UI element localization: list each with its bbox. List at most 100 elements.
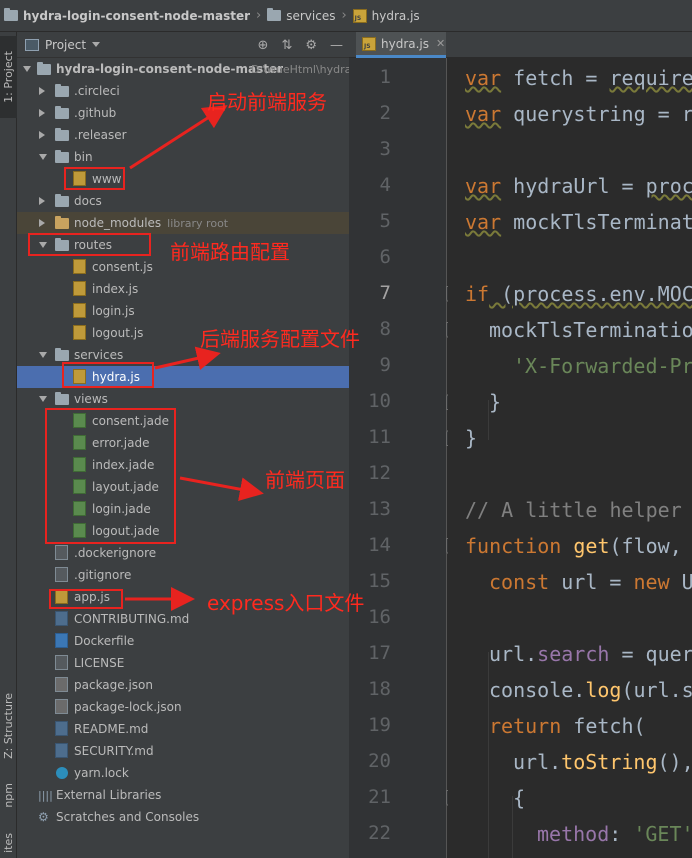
- tree-item-package-lock[interactable]: package-lock.json: [17, 696, 349, 718]
- tree-item-releaser[interactable]: .releaser: [17, 124, 349, 146]
- expand-arrow-icon[interactable]: [39, 131, 45, 139]
- tree-item-yarn-lock[interactable]: yarn.lock: [17, 762, 349, 784]
- tree-item-readme[interactable]: README.md: [17, 718, 349, 740]
- code-line-15: const url = new U: [489, 570, 692, 594]
- line-number: 5: [379, 210, 391, 232]
- tree-item-label: docs: [74, 194, 102, 208]
- editor-tab-hydra-js[interactable]: hydra.js ✕: [356, 32, 446, 58]
- tree-item-label: node_modules library root: [74, 216, 228, 230]
- tree-item-login-js[interactable]: login.js: [17, 300, 349, 322]
- breadcrumb-separator: ›: [341, 8, 347, 23]
- hide-icon[interactable]: —: [330, 38, 343, 53]
- expand-arrow-icon[interactable]: [23, 66, 31, 72]
- expand-arrow-icon[interactable]: [39, 219, 45, 227]
- code-token: = quer: [609, 642, 692, 666]
- tree-item-root[interactable]: hydra-login-consent-node-master D:\wueHt…: [17, 58, 349, 80]
- expand-arrow-icon[interactable]: [39, 109, 45, 117]
- folder-icon: [55, 150, 69, 163]
- project-view-icon: [25, 38, 39, 51]
- code-token: url.: [513, 750, 562, 774]
- tree-item-label: README.md: [74, 722, 149, 736]
- folder-icon: [55, 84, 69, 97]
- js-file-icon: [362, 36, 376, 51]
- tree-item-label: SECURITY.md: [74, 744, 154, 758]
- tab-favorites-tool[interactable]: ites: [0, 828, 17, 858]
- code-editor[interactable]: var fetch = require var querystring = r …: [448, 58, 692, 858]
- keyword-token: new: [633, 570, 670, 594]
- breadcrumb-file[interactable]: hydra.js: [352, 0, 420, 32]
- tree-item-label: LICENSE: [74, 656, 125, 670]
- text-file-icon: [55, 567, 68, 582]
- breadcrumb-folder[interactable]: services: [267, 0, 335, 32]
- navigation-bar: hydra-login-consent-node-master › servic…: [0, 0, 692, 32]
- line-number: 1: [379, 66, 391, 88]
- code-token: querystring = r: [501, 102, 692, 126]
- code-line-5: var mockTlsTerminat: [465, 210, 692, 234]
- code-token: proc: [645, 174, 692, 198]
- collapse-all-icon[interactable]: ⇅: [281, 38, 292, 53]
- tree-item-label: index.js: [92, 282, 139, 296]
- tree-item-scratches[interactable]: ⚙ Scratches and Consoles: [17, 806, 349, 828]
- tree-item-dockerfile[interactable]: Dockerfile: [17, 630, 349, 652]
- annotation-frontend-pages: 前端页面: [265, 468, 345, 492]
- tree-item-label: package.json: [74, 678, 154, 692]
- string-token: 'GET': [633, 822, 692, 846]
- locate-icon[interactable]: ⊕: [258, 38, 269, 53]
- line-number: 17: [368, 642, 391, 664]
- line-number: 13: [368, 498, 391, 520]
- line-number: 14: [368, 534, 391, 556]
- property-token: method: [537, 822, 610, 846]
- tree-item-package-json[interactable]: package.json: [17, 674, 349, 696]
- tab-npm-tool[interactable]: npm: [0, 778, 17, 812]
- expand-arrow-icon[interactable]: [39, 154, 47, 160]
- highlight-box-routes: [28, 233, 151, 256]
- tree-item-external-libraries[interactable]: |||| External Libraries: [17, 784, 349, 806]
- line-number: 20: [368, 750, 391, 772]
- property-token: search: [537, 642, 610, 666]
- tree-item-label: views: [74, 392, 108, 406]
- tree-item-index-js[interactable]: index.js: [17, 278, 349, 300]
- editor-tab-bar: hydra.js ✕: [349, 32, 692, 58]
- code-line-21: {: [513, 786, 525, 810]
- expand-arrow-icon[interactable]: [39, 87, 45, 95]
- code-line-1: var fetch = require: [465, 66, 692, 90]
- tree-item-license[interactable]: LICENSE: [17, 652, 349, 674]
- folder-icon: [4, 8, 18, 21]
- function-token: get: [561, 534, 610, 558]
- breadcrumb-project[interactable]: hydra-login-consent-node-master: [4, 0, 250, 32]
- tab-structure-tool[interactable]: Z: Structure: [0, 684, 17, 768]
- folder-icon: [55, 392, 69, 405]
- keyword-token: function: [465, 534, 562, 558]
- breadcrumb-file-label: hydra.js: [371, 8, 420, 23]
- library-root-note: library root: [167, 217, 229, 230]
- line-number: 10: [368, 390, 391, 412]
- code-line-2: var querystring = r: [465, 102, 692, 126]
- code-line-10: }: [489, 390, 501, 414]
- tree-item-bin[interactable]: bin: [17, 146, 349, 168]
- tab-project-tool[interactable]: 1: Project: [0, 36, 17, 118]
- tree-item-label: yarn.lock: [74, 766, 129, 780]
- text-file-icon: [55, 545, 68, 560]
- expand-arrow-icon[interactable]: [39, 352, 47, 358]
- code-token: {: [513, 786, 526, 810]
- tree-item-docs[interactable]: docs: [17, 190, 349, 212]
- gear-icon[interactable]: ⚙: [305, 38, 317, 53]
- expand-arrow-icon[interactable]: [39, 396, 47, 402]
- expand-arrow-icon[interactable]: [39, 197, 45, 205]
- code-line-18: console.log(url.s: [489, 678, 692, 702]
- tree-item-dockerignore[interactable]: .dockerignore: [17, 542, 349, 564]
- keyword-token: const: [489, 570, 550, 594]
- code-line-17: url.search = quer: [489, 642, 692, 666]
- code-line-22: method: 'GET': [537, 822, 692, 846]
- js-file-icon: [73, 281, 86, 296]
- project-panel-title[interactable]: Project: [45, 38, 86, 52]
- tree-item-security[interactable]: SECURITY.md: [17, 740, 349, 762]
- tree-item-node-modules[interactable]: node_modules library root: [17, 212, 349, 234]
- chevron-down-icon[interactable]: [92, 42, 101, 47]
- line-number: 2: [379, 102, 391, 124]
- tree-item-views[interactable]: views: [17, 388, 349, 410]
- code-line-9: 'X-Forwarded-Pr: [513, 354, 692, 378]
- close-icon[interactable]: ✕: [436, 37, 445, 50]
- annotation-backend-config: 后端服务配置文件: [200, 327, 360, 351]
- tree-item-gitignore[interactable]: .gitignore: [17, 564, 349, 586]
